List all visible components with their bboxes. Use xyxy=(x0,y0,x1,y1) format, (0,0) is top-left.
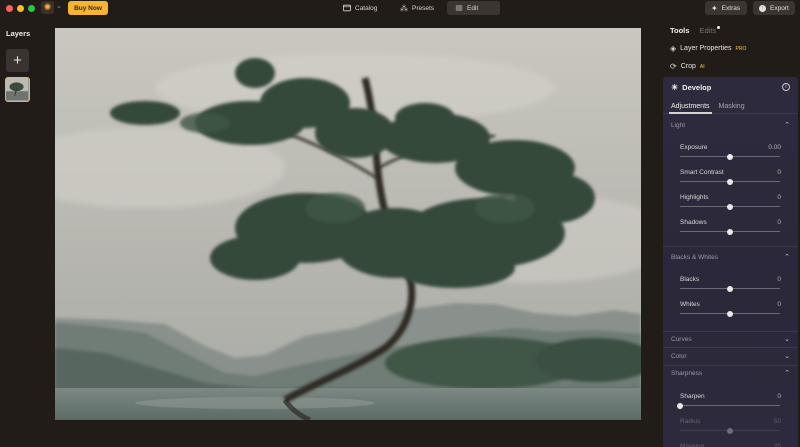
tab-edit[interactable]: Edit xyxy=(447,1,500,15)
pro-badge: PRO xyxy=(735,45,747,52)
tool-tabs: Tools Edits xyxy=(670,26,721,35)
layer-properties-label: Layer Properties xyxy=(680,45,732,52)
plus-sparkle-icon: ✦ xyxy=(711,3,718,13)
tab-masking[interactable]: Masking xyxy=(719,103,745,110)
plus-icon: + xyxy=(13,52,22,69)
whites-label: Whites xyxy=(680,301,700,308)
tab-tools[interactable]: Tools xyxy=(670,26,689,35)
highlights-slider[interactable] xyxy=(680,203,780,210)
title-bar: ✺ ⌄ Buy Now Catalog ⁂ Presets Edit ✦ Ext… xyxy=(0,0,800,17)
shadows-value[interactable]: 0 xyxy=(777,219,781,226)
extras-label: Extras xyxy=(721,4,741,12)
section-light-title[interactable]: Light xyxy=(671,122,685,129)
chevron-up-icon[interactable]: ⌃ xyxy=(784,253,790,261)
tab-presets-label: Presets xyxy=(412,4,435,12)
zoom-window-button[interactable] xyxy=(28,5,35,12)
crop-tool[interactable]: ⟳ Crop AI xyxy=(670,62,705,71)
blacks-slider-handle[interactable] xyxy=(727,285,733,292)
chevron-down-icon[interactable]: ⌄ xyxy=(784,335,790,343)
tab-catalog[interactable]: Catalog xyxy=(335,1,385,15)
section-color-title[interactable]: Color xyxy=(671,353,687,360)
layer-thumbnail[interactable] xyxy=(5,77,30,102)
sharpen-label: Sharpen xyxy=(680,393,705,400)
sharpen-value[interactable]: 0 xyxy=(777,393,781,400)
export-icon: ↑ xyxy=(759,4,766,12)
export-button[interactable]: ↑ Export xyxy=(753,1,795,15)
exposure-label: Exposure xyxy=(680,144,708,151)
edits-indicator-dot xyxy=(717,26,721,29)
masking-label: Masking xyxy=(680,443,705,447)
radius-value[interactable]: 50 xyxy=(774,418,781,425)
shadows-slider[interactable] xyxy=(680,228,780,235)
radius-slider[interactable] xyxy=(680,427,780,434)
exposure-slider[interactable] xyxy=(680,153,780,160)
tab-edits-label: Edits xyxy=(699,26,717,35)
folder-icon xyxy=(343,4,351,12)
sharpen-slider[interactable] xyxy=(677,402,780,409)
minimize-window-button[interactable] xyxy=(17,5,24,12)
layers-stack-icon: ◈ xyxy=(670,44,677,53)
section-blacks-whites-title[interactable]: Blacks & Whites xyxy=(671,254,718,261)
develop-header[interactable]: ☀ Develop xyxy=(671,83,711,92)
blacks-label: Blacks xyxy=(680,276,700,283)
tab-adjustments[interactable]: Adjustments xyxy=(671,103,710,110)
develop-panel: ☀ Develop i Adjustments Masking Light ⌃ … xyxy=(663,77,798,447)
exposure-slider-handle[interactable] xyxy=(727,153,733,160)
sparkle-icon: ⁂ xyxy=(400,3,408,13)
section-divider xyxy=(663,246,798,247)
close-window-button[interactable] xyxy=(6,5,13,12)
photo-canvas[interactable] xyxy=(55,28,641,420)
ai-badge: AI xyxy=(699,63,705,70)
chevron-up-icon[interactable]: ⌃ xyxy=(784,121,790,129)
layer-thumbnail-image xyxy=(6,78,28,100)
sun-logo-icon[interactable]: ✺ xyxy=(41,1,54,14)
whites-slider[interactable] xyxy=(680,310,780,317)
shadows-slider-handle[interactable] xyxy=(727,228,733,235)
sliders-icon xyxy=(455,5,463,11)
tab-presets[interactable]: ⁂ Presets xyxy=(392,1,442,15)
section-divider xyxy=(663,365,798,366)
develop-title: Develop xyxy=(682,83,712,92)
tab-catalog-label: Catalog xyxy=(355,4,378,12)
blacks-value[interactable]: 0 xyxy=(777,276,781,283)
smart-contrast-label: Smart Contrast xyxy=(680,169,724,176)
masking-value[interactable]: 25 xyxy=(774,443,781,447)
highlights-label: Highlights xyxy=(680,194,709,201)
whites-value[interactable]: 0 xyxy=(777,301,781,308)
crop-label: Crop xyxy=(680,63,696,70)
section-divider xyxy=(663,331,798,332)
smart-contrast-value[interactable]: 0 xyxy=(777,169,781,176)
add-layer-button[interactable]: + xyxy=(6,49,29,72)
section-divider xyxy=(663,347,798,348)
photo-image xyxy=(55,28,641,420)
buy-now-button[interactable]: Buy Now xyxy=(68,1,108,15)
extras-button[interactable]: ✦ Extras xyxy=(705,1,747,15)
tab-edit-label: Edit xyxy=(467,4,479,12)
sharpen-slider-handle[interactable] xyxy=(677,402,683,409)
exposure-value[interactable]: 0.00 xyxy=(768,144,781,151)
active-subtab-underline xyxy=(669,112,712,114)
layers-title: Layers xyxy=(6,29,31,38)
whites-slider-handle[interactable] xyxy=(727,310,733,317)
develop-sun-icon: ☀ xyxy=(671,83,679,92)
develop-subtabs: Adjustments Masking xyxy=(671,103,745,110)
section-sharpness-title[interactable]: Sharpness xyxy=(671,370,702,377)
info-icon[interactable]: i xyxy=(782,83,790,91)
highlights-value[interactable]: 0 xyxy=(777,194,781,201)
layer-properties-tool[interactable]: ◈ Layer Properties PRO xyxy=(670,44,746,53)
radius-label: Radius xyxy=(680,418,701,425)
smart-contrast-slider-handle[interactable] xyxy=(727,178,733,185)
chevron-down-icon[interactable]: ⌄ xyxy=(784,352,790,360)
tab-edits[interactable]: Edits xyxy=(699,26,721,35)
shadows-label: Shadows xyxy=(680,219,707,226)
crop-icon: ⟳ xyxy=(670,62,677,71)
section-curves-title[interactable]: Curves xyxy=(671,336,692,343)
export-label: Export xyxy=(770,4,789,12)
radius-slider-handle[interactable] xyxy=(727,427,733,434)
blacks-slider[interactable] xyxy=(680,285,780,292)
chevron-down-icon[interactable]: ⌄ xyxy=(56,2,62,10)
highlights-slider-handle[interactable] xyxy=(727,203,733,210)
smart-contrast-slider[interactable] xyxy=(680,178,780,185)
chevron-up-icon[interactable]: ⌃ xyxy=(784,369,790,377)
